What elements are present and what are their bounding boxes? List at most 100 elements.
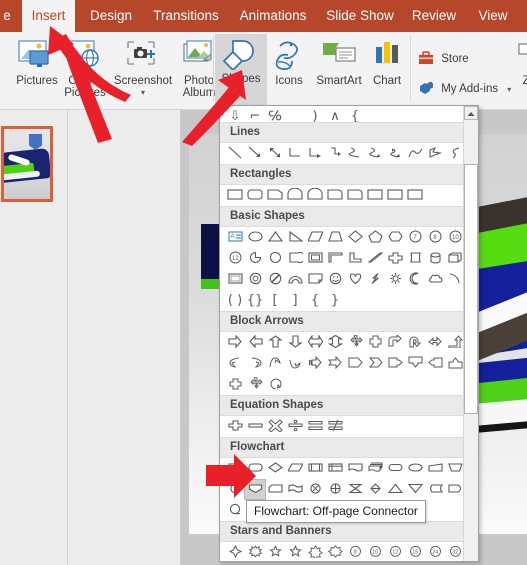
shape-round-diagonal-corner-rectangle[interactable] [385, 186, 405, 205]
shape-arc[interactable] [445, 270, 465, 289]
shape-rectangle[interactable] [225, 186, 245, 205]
shape-bent-up-arrow[interactable] [445, 333, 465, 352]
shape-l-shape[interactable] [345, 249, 365, 268]
shape-row-basic-2[interactable]: 12 [220, 248, 478, 269]
online-pictures-button[interactable]: Online Pictures [56, 38, 114, 99]
tab-view[interactable]: View [468, 0, 518, 32]
shape-star-7-point[interactable] [325, 543, 345, 561]
shape-parallelogram[interactable] [305, 228, 325, 247]
shape-wedge[interactable]: ∧ [325, 107, 345, 122]
shape-heart[interactable] [345, 270, 365, 289]
shape-flowchart-stored-data[interactable] [425, 480, 445, 499]
shape-pentagon[interactable] [365, 228, 385, 247]
shape-quad-arrow-callout[interactable] [365, 333, 385, 352]
shapes-gallery-dropdown[interactable]: ⇩ ⌐ ℅ ) ∧ { Lines Rectangles Basic Shape… [219, 105, 479, 562]
tab-slide-show[interactable]: Slide Show [320, 0, 400, 32]
shape-arc-down[interactable]: ⇩ [225, 107, 245, 122]
shape-can[interactable] [425, 249, 445, 268]
shape-minus[interactable] [245, 417, 265, 436]
shape-cloud[interactable] [425, 270, 445, 289]
shape-octagon[interactable]: 8 [425, 228, 445, 247]
shape-elbow-arrow-connector[interactable] [305, 144, 325, 163]
shape-u-turn-arrow[interactable] [405, 333, 425, 352]
shape-flowchart-connector[interactable] [225, 480, 245, 499]
shape-curved-right-arrow[interactable] [245, 354, 265, 373]
shape-bevel[interactable] [225, 270, 245, 289]
shape-row-flowchart-1[interactable] [220, 458, 478, 479]
shape-right-brace[interactable]: } [325, 291, 345, 310]
shape-flowchart-decision[interactable] [265, 459, 285, 478]
shape-right-arrow-callout[interactable] [385, 354, 405, 373]
shape-pentagon-arrow[interactable] [345, 354, 365, 373]
shape-hexagon[interactable] [385, 228, 405, 247]
shape-line-arrow[interactable] [245, 144, 265, 163]
shape-sun[interactable] [385, 270, 405, 289]
shape-snip-single-corner-rectangle[interactable] [265, 186, 285, 205]
shape-curved-down-arrow[interactable] [285, 354, 305, 373]
shape-star-12-point[interactable]: 12 [385, 543, 405, 561]
shape-scribble-line[interactable] [445, 144, 465, 163]
shape-row-block-arrows-3[interactable] [220, 374, 478, 395]
shape-star-32-point[interactable]: 32 [445, 543, 465, 561]
shape-row-rectangles[interactable] [220, 185, 478, 206]
shape-lightning-bolt[interactable] [365, 270, 385, 289]
shape-dodecagon[interactable]: 12 [225, 249, 245, 268]
shape-chevron[interactable] [365, 354, 385, 373]
shape-pie[interactable] [245, 249, 265, 268]
shape-star-4-point[interactable] [225, 543, 245, 561]
shape-flowchart-collate[interactable] [345, 480, 365, 499]
shape-not-equal[interactable] [325, 417, 345, 436]
shape-flowchart-extract[interactable] [385, 480, 405, 499]
shape-left-bracket[interactable]: ( ) [225, 291, 245, 310]
shape-left-right-arrow[interactable] [305, 333, 325, 352]
shape-row-stars-1[interactable]: 8 10 12 16 24 32 [220, 542, 478, 561]
shape-left-arrow-callout[interactable] [425, 354, 445, 373]
shape-up-arrow-callout[interactable] [445, 354, 465, 373]
shape-flowchart-manual-operation[interactable] [445, 459, 465, 478]
shape-curved-connector[interactable] [345, 144, 365, 163]
my-addins-chevron-down-icon[interactable]: ▾ [507, 85, 511, 94]
shape-flowchart-sort[interactable] [365, 480, 385, 499]
shape-bent-arrow[interactable] [385, 333, 405, 352]
shape-star-6-point[interactable] [305, 543, 325, 561]
tab-transitions[interactable]: Transitions [146, 0, 226, 32]
shape-flowchart-punched-tape[interactable] [285, 480, 305, 499]
shape-left-bracket-single[interactable]: [ [265, 291, 285, 310]
shape-multiply[interactable] [265, 417, 285, 436]
shape-up-down-arrow[interactable] [325, 333, 345, 352]
shape-round-same-side-corner-rectangle[interactable] [365, 186, 385, 205]
shapes-chevron-down-icon[interactable]: ▾ [215, 85, 267, 97]
shapes-button[interactable]: Shapes ▾ [215, 34, 267, 111]
shape-flowchart-preparation[interactable] [405, 459, 425, 478]
gallery-scrollbar-thumb[interactable] [464, 164, 478, 414]
shape-explosion-1[interactable] [245, 543, 265, 561]
shape-no-symbol[interactable] [265, 270, 285, 289]
shape-flowchart-document[interactable] [345, 459, 365, 478]
gallery-scroll-up-button[interactable] [464, 106, 478, 120]
shape-flowchart-sequential-access-storage[interactable] [225, 501, 245, 520]
shape-line-double-arrow[interactable] [265, 144, 285, 163]
shape-smiley-face[interactable] [325, 270, 345, 289]
shape-row-basic-1[interactable]: A 7 8 10 [220, 227, 478, 248]
shape-curve[interactable] [405, 144, 425, 163]
shape-four-way-arrow[interactable] [345, 333, 365, 352]
shape-moon[interactable] [405, 270, 425, 289]
shape-row-equation[interactable] [220, 416, 478, 437]
shape-left-right-brace[interactable]: {} [245, 291, 265, 310]
shape-row-block-arrows-1[interactable] [220, 332, 478, 353]
shape-row-basic-3[interactable] [220, 269, 478, 290]
shape-down-arrow-callout[interactable] [405, 354, 425, 373]
shape-curved-arrow-connector[interactable] [365, 144, 385, 163]
shape-arrow-up[interactable] [265, 333, 285, 352]
shape-folded-corner[interactable] [305, 270, 325, 289]
shape-donut[interactable] [245, 270, 265, 289]
shape-rounded-rectangle[interactable] [245, 186, 265, 205]
shape-flowchart-merge[interactable] [405, 480, 425, 499]
shape-striped-right-arrow[interactable] [305, 354, 325, 373]
shape-curved-left-arrow[interactable] [225, 354, 245, 373]
shape-star-5-point[interactable] [265, 543, 285, 561]
my-addins-button[interactable]: My Add-ins ▾ [418, 80, 511, 99]
shape-frame[interactable] [305, 249, 325, 268]
shape-right-paren[interactable]: ) [305, 107, 325, 122]
shape-divide[interactable] [285, 417, 305, 436]
